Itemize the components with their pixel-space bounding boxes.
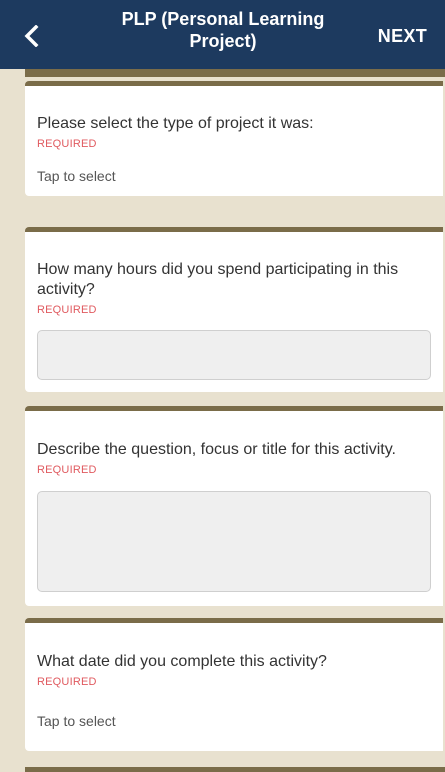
project-type-select[interactable]: Tap to select [37, 168, 116, 184]
question-card-project-type: Please select the type of project it was… [25, 81, 443, 196]
question-card-description: Describe the question, focus or title fo… [25, 406, 443, 606]
completion-date-select[interactable]: Tap to select [37, 713, 116, 729]
required-label: REQUIRED [37, 464, 97, 476]
question-card-date: What date did you complete this activity… [25, 618, 443, 751]
question-label: Describe the question, focus or title fo… [37, 441, 396, 458]
required-label: REQUIRED [37, 138, 97, 150]
card-edge [25, 767, 445, 772]
top-bar: PLP (Personal Learning Project) NEXT [0, 0, 445, 69]
question-label: How many hours did you spend participati… [37, 261, 399, 298]
question-card-hours: How many hours did you spend participati… [25, 227, 443, 392]
back-button[interactable] [14, 18, 50, 54]
question-label: Please select the type of project it was… [37, 115, 314, 132]
app-screen: PLP (Personal Learning Project) NEXT Ple… [0, 0, 445, 772]
next-button[interactable]: NEXT [378, 26, 427, 47]
card-edge [25, 69, 445, 77]
page-title: PLP (Personal Learning Project) [121, 9, 325, 51]
required-label: REQUIRED [37, 676, 97, 688]
required-label: REQUIRED [37, 304, 97, 316]
description-textarea[interactable] [37, 491, 431, 592]
question-label: What date did you complete this activity… [37, 653, 327, 670]
hours-input[interactable] [37, 330, 431, 380]
chevron-left-icon [24, 25, 39, 47]
